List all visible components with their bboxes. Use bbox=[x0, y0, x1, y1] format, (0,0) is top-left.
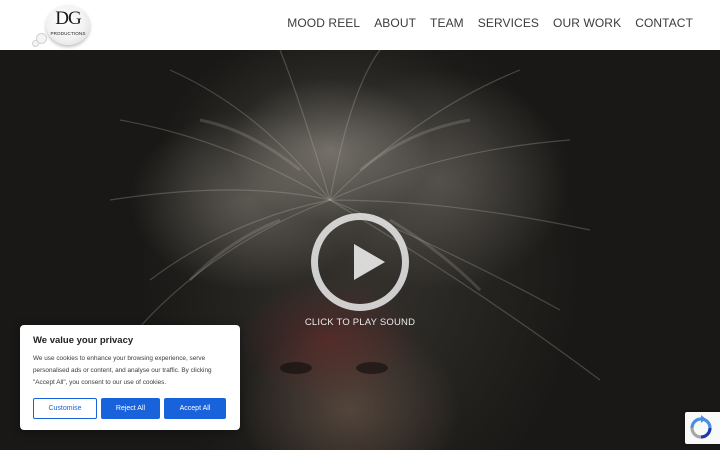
recaptcha-icon bbox=[690, 415, 712, 439]
logo-text: DG bbox=[55, 8, 81, 29]
site-logo[interactable]: DG PRODUCTIONS bbox=[30, 3, 96, 47]
nav-item-services[interactable]: SERVICES bbox=[478, 16, 539, 30]
logo-subtext: PRODUCTIONS bbox=[50, 31, 86, 36]
nav-item-about[interactable]: ABOUT bbox=[374, 16, 416, 30]
accept-all-button[interactable]: Accept All bbox=[164, 398, 226, 419]
reject-all-button[interactable]: Reject All bbox=[101, 398, 160, 419]
recaptcha-badge[interactable] bbox=[685, 412, 720, 444]
play-button[interactable] bbox=[311, 213, 409, 311]
main-nav: MOOD REEL ABOUT TEAM SERVICES OUR WORK C… bbox=[287, 16, 693, 30]
nav-item-contact[interactable]: CONTACT bbox=[635, 16, 693, 30]
logo-bubble bbox=[32, 40, 39, 47]
cookie-consent-banner: We value your privacy We use cookies to … bbox=[20, 325, 240, 430]
play-sound-label[interactable]: CLICK TO PLAY SOUND bbox=[260, 317, 460, 328]
nav-item-our-work[interactable]: OUR WORK bbox=[553, 16, 621, 30]
nav-item-mood-reel[interactable]: MOOD REEL bbox=[287, 16, 360, 30]
cookie-title: We value your privacy bbox=[33, 335, 134, 346]
site-header: DG PRODUCTIONS MOOD REEL ABOUT TEAM SERV… bbox=[0, 0, 720, 50]
nav-item-team[interactable]: TEAM bbox=[430, 16, 464, 30]
customise-button[interactable]: Customise bbox=[33, 398, 97, 419]
play-circle-icon bbox=[354, 244, 385, 280]
cookie-description: We use cookies to enhance your browsing … bbox=[33, 355, 212, 386]
